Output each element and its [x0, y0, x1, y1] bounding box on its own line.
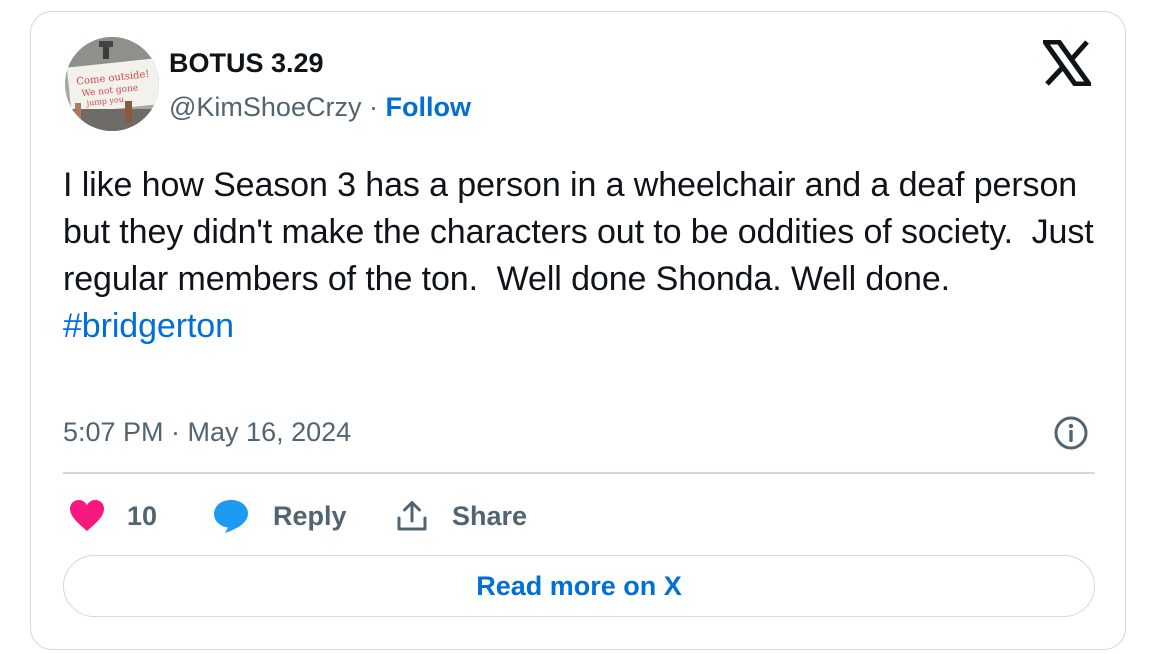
avatar-image: Come outside! We not gone jump you [65, 37, 159, 131]
tweet-text: I like how Season 3 has a person in a wh… [63, 162, 1103, 350]
reply-button[interactable]: Reply [212, 496, 347, 536]
read-more-label: Read more on X [476, 570, 682, 601]
share-label: Share [452, 500, 528, 531]
like-count: 10 [127, 500, 158, 531]
avatar[interactable]: Come outside! We not gone jump you [65, 37, 159, 131]
x-logo-icon[interactable] [1040, 39, 1094, 87]
separator-dot: · [368, 92, 386, 122]
follow-button[interactable]: Follow [385, 92, 470, 122]
read-more-button[interactable]: Read more on X [63, 555, 1095, 617]
heart-icon [69, 499, 105, 533]
share-button[interactable]: Share [396, 496, 527, 536]
hashtag-link[interactable]: #bridgerton [63, 303, 1103, 350]
speech-bubble-icon [212, 498, 250, 534]
reply-label: Reply [273, 500, 347, 531]
tweet-timestamp[interactable]: 5:07 PM · May 16, 2024 [63, 417, 351, 448]
author-handle[interactable]: @KimShoeCrzy [169, 92, 361, 122]
author-display-name[interactable]: BOTUS 3.29 [169, 48, 324, 79]
tweet-embed-card: Come outside! We not gone jump you BOTUS… [30, 11, 1126, 650]
info-icon[interactable] [1053, 415, 1089, 451]
share-upload-icon [396, 500, 428, 532]
like-button[interactable]: 10 [69, 496, 157, 536]
tweet-body: I like how Season 3 has a person in a wh… [63, 166, 1103, 298]
author-handle-row: @KimShoeCrzy · Follow [169, 92, 471, 123]
divider [63, 472, 1095, 474]
